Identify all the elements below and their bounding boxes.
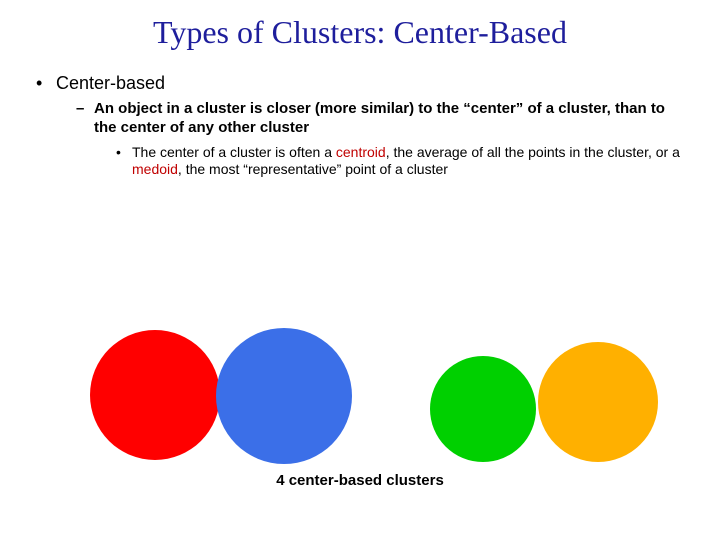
diagram-caption: 4 center-based clusters [0,472,720,489]
cluster-circle-blue [216,328,352,464]
bullet-level-3: The center of a cluster is often a centr… [36,144,690,179]
cluster-circle-orange [538,342,658,462]
keyword-centroid: centroid [336,144,386,160]
text-fragment: , the most “representative” point of a c… [178,161,448,177]
text-fragment: , the average of all the points in the c… [386,144,680,160]
bullet-level-2: An object in a cluster is closer (more s… [36,100,690,138]
cluster-circle-red [90,330,220,460]
cluster-circle-green [430,356,536,462]
slide-title: Types of Clusters: Center-Based [0,14,720,51]
text-fragment: The center of a cluster is often a [132,144,336,160]
slide-body: Center-based An object in a cluster is c… [0,73,720,179]
keyword-medoid: medoid [132,161,178,177]
bullet-level-1: Center-based [36,73,690,94]
cluster-diagram [0,314,720,484]
